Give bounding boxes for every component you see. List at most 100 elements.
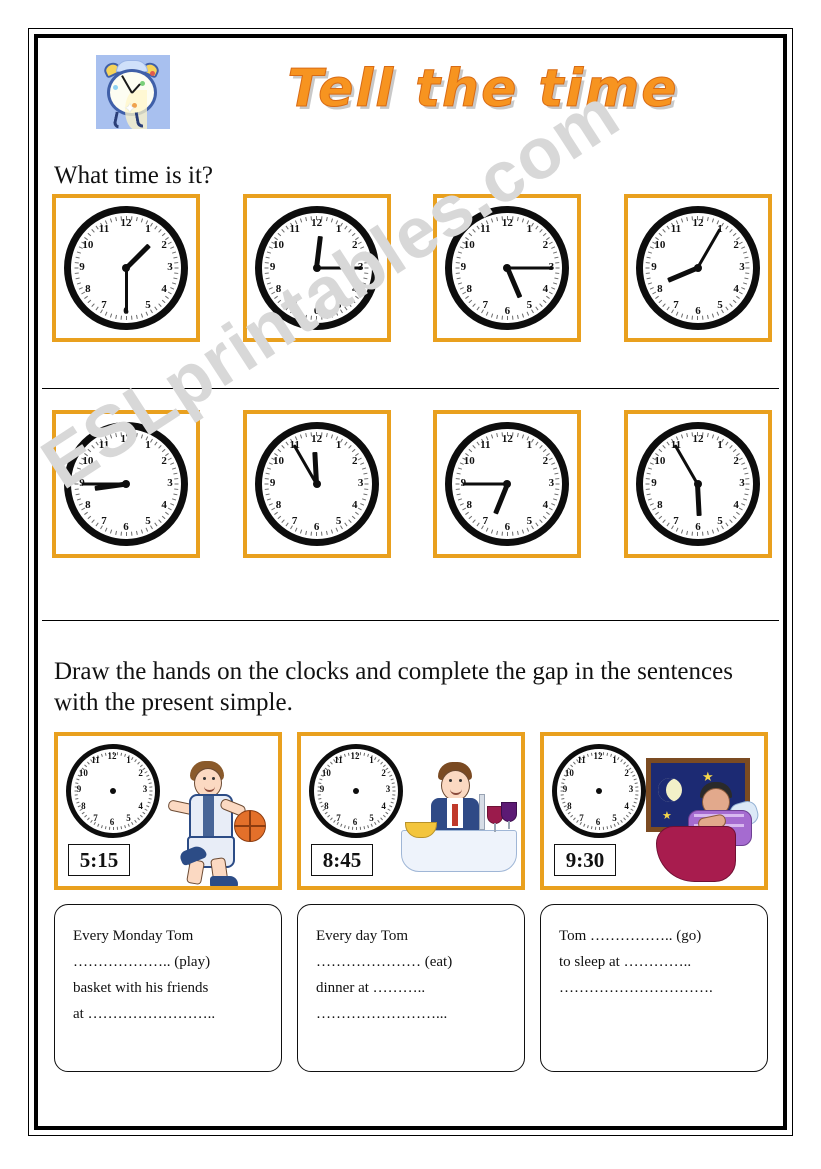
clock-numeral: 5 bbox=[369, 812, 374, 823]
time-label: 5:15 bbox=[68, 844, 130, 876]
clock-tick bbox=[104, 311, 107, 316]
clock-tick bbox=[135, 433, 138, 438]
clock-tick bbox=[74, 797, 78, 800]
clock-tick bbox=[472, 445, 476, 449]
clock-tick bbox=[277, 232, 282, 237]
clock-tick bbox=[136, 817, 140, 821]
clock-tick bbox=[676, 311, 679, 316]
clock-numeral: 7 bbox=[93, 812, 98, 823]
clock-numeral: 8 bbox=[466, 283, 472, 295]
clock-tick bbox=[582, 823, 585, 827]
clock-tick bbox=[554, 472, 559, 475]
clock-tick bbox=[712, 529, 715, 534]
clock-tick bbox=[655, 295, 660, 299]
blank-clock-face[interactable]: 12 1 2 3 4 5 6 7 8 9 10 11 bbox=[66, 744, 160, 838]
clock-tick bbox=[265, 277, 270, 280]
clock-tick bbox=[277, 515, 282, 520]
clock-face: 121234567891011 bbox=[64, 206, 188, 330]
clock-numeral: 9 bbox=[651, 477, 657, 489]
sentence-2[interactable]: Every day Tom ………………… (eat) dinner at ……….… bbox=[297, 904, 525, 1072]
clock-face: 121234567891011 bbox=[445, 206, 570, 330]
player-jersey-stripe bbox=[203, 796, 214, 838]
clock-tick bbox=[351, 515, 356, 520]
clock-tick bbox=[109, 313, 112, 318]
clock-tick bbox=[605, 826, 608, 830]
clock-tick bbox=[362, 282, 367, 285]
clock-tick bbox=[305, 433, 308, 438]
clock-numeral: 7 bbox=[336, 812, 341, 823]
sentence-line: dinner at ……….. bbox=[316, 980, 426, 996]
sentence-3[interactable]: Tom …………….. (go) to sleep at ………….. ………………… bbox=[540, 904, 768, 1072]
clock-tick bbox=[119, 752, 122, 756]
clock-tick bbox=[355, 511, 360, 515]
diner-eye bbox=[449, 779, 452, 782]
clock-tick bbox=[736, 295, 741, 299]
clock-numeral: 10 bbox=[564, 767, 574, 778]
clock-numeral: 3 bbox=[628, 784, 634, 794]
clock-numeral: 11 bbox=[289, 222, 300, 235]
clock-row-top: 1212345678910111212345678910111212345678… bbox=[52, 194, 772, 342]
clock-tick bbox=[743, 282, 748, 285]
clock-tick bbox=[96, 823, 99, 827]
clock-numeral: 2 bbox=[381, 767, 386, 778]
task-panel-row: 12 1 2 3 4 5 6 7 8 9 10 11 5:15 12 1 2 3… bbox=[54, 732, 768, 890]
clock-numeral: 5 bbox=[717, 299, 723, 312]
clock-numeral: 2 bbox=[542, 455, 549, 467]
clock-5-55: 121234567891011 bbox=[623, 410, 772, 558]
clock-centre-cap bbox=[693, 264, 702, 272]
clock-tick bbox=[331, 313, 334, 318]
clock-tick bbox=[300, 218, 303, 223]
clock-tick bbox=[75, 256, 80, 259]
clock-numeral: 3 bbox=[739, 477, 745, 489]
clock-tick bbox=[662, 519, 667, 523]
clock-tick bbox=[370, 823, 373, 827]
instruction-draw-the-hands: Draw the hands on the clocks and complet… bbox=[54, 658, 733, 716]
clock-tick bbox=[362, 752, 365, 756]
clock-tick bbox=[326, 314, 328, 319]
sentence-line: Every day Tom bbox=[316, 928, 408, 944]
clock-numeral: 6 bbox=[313, 305, 320, 317]
clock-numeral: 9 bbox=[269, 477, 276, 489]
clock-tick bbox=[76, 251, 81, 254]
clock-numeral: 4 bbox=[542, 499, 549, 511]
clock-tick bbox=[157, 445, 162, 449]
clock-tick bbox=[75, 493, 80, 496]
clock-tick bbox=[648, 251, 653, 254]
clock-numeral: 3 bbox=[739, 261, 745, 273]
clock-numeral: 8 bbox=[85, 283, 91, 295]
clock-tick bbox=[634, 794, 638, 796]
sentence-1[interactable]: Every Monday Tom ……………….. (play) basket wi… bbox=[54, 904, 282, 1072]
instruction-what-time-is-it: What time is it? bbox=[54, 162, 213, 189]
clock-tick bbox=[712, 313, 715, 318]
clock-tick bbox=[733, 232, 737, 237]
clock-numeral: 2 bbox=[138, 767, 143, 778]
clock-tick bbox=[148, 797, 152, 800]
clock-tick bbox=[627, 811, 631, 815]
time-label: 8:45 bbox=[311, 844, 373, 876]
clock-tick bbox=[145, 527, 148, 532]
clock-numeral: 12 bbox=[692, 217, 704, 229]
clock-tick bbox=[390, 778, 394, 781]
clock-tick bbox=[76, 498, 81, 501]
clock-tick bbox=[116, 826, 118, 830]
player-eye bbox=[212, 777, 215, 780]
task-panel-basketball[interactable]: 12 1 2 3 4 5 6 7 8 9 10 11 5:15 bbox=[54, 732, 282, 890]
clock-numeral: 2 bbox=[624, 767, 629, 778]
clock-tick bbox=[164, 511, 169, 515]
blank-clock-face[interactable]: 12 1 2 3 4 5 6 7 8 9 10 11 bbox=[552, 744, 646, 838]
clock-numeral: 11 bbox=[98, 222, 110, 235]
clock-tick bbox=[362, 498, 367, 501]
clock-tick bbox=[326, 814, 330, 818]
clock-tick bbox=[622, 761, 626, 765]
clock-tick bbox=[485, 527, 489, 532]
clock-tick bbox=[733, 299, 737, 304]
blank-clock-face[interactable]: 12 1 2 3 4 5 6 7 8 9 10 11 bbox=[309, 744, 403, 838]
clock-numeral: 4 bbox=[733, 283, 739, 295]
task-panel-dinner[interactable]: 12 1 2 3 4 5 6 7 8 9 10 11 8:45 bbox=[297, 732, 525, 890]
clock-tick bbox=[542, 299, 547, 304]
clock-numeral: 6 bbox=[504, 305, 511, 317]
task-panel-sleeping[interactable]: 12 1 2 3 4 5 6 7 8 9 10 11 9:30 ★ ★ bbox=[540, 732, 768, 890]
clock-tick bbox=[539, 519, 543, 523]
clock-8-45: 121234567891011 bbox=[52, 410, 200, 558]
clock-tick bbox=[171, 467, 176, 470]
